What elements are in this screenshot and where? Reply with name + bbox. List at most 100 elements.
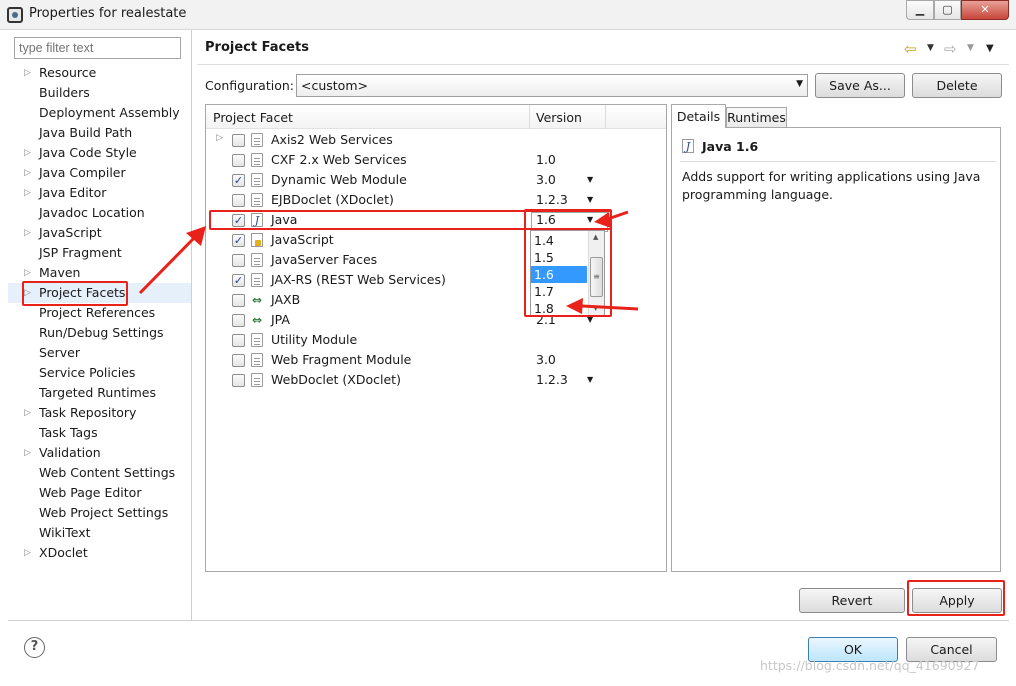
sidebar-item[interactable]: ▷ Java Code Style (8, 143, 191, 163)
sidebar-item[interactable]: Run/Debug Settings (8, 323, 191, 343)
details-divider (680, 161, 996, 162)
sidebar-item[interactable]: WikiText (8, 523, 191, 543)
facet-version[interactable]: 1.2.3 (536, 372, 568, 387)
sidebar-item[interactable]: ▷ JavaScript (8, 223, 191, 243)
column-header-facet[interactable]: Project Facet (206, 105, 530, 129)
facet-checkbox[interactable] (232, 314, 245, 327)
facet-checkbox[interactable] (232, 194, 245, 207)
sidebar-item[interactable]: Service Policies (8, 363, 191, 383)
facet-name: Utility Module (271, 332, 358, 347)
sidebar-item[interactable]: ▷ Java Compiler (8, 163, 191, 183)
facet-row[interactable]: Utility Module (206, 330, 666, 350)
sidebar-item[interactable]: Javadoc Location (8, 203, 191, 223)
facet-name: JAX-RS (REST Web Services) (271, 272, 446, 287)
doc-icon (251, 273, 263, 287)
tab-runtimes[interactable]: Runtimes (726, 107, 787, 128)
chevron-right-icon[interactable]: ▷ (24, 223, 31, 243)
facet-row[interactable]: Web Fragment Module 3.0 (206, 350, 666, 370)
facet-checkbox[interactable] (232, 294, 245, 307)
facet-checkbox[interactable] (232, 134, 245, 147)
facet-checkbox[interactable] (232, 334, 245, 347)
facet-row[interactable]: WebDoclet (XDoclet) 1.2.3 ▼ (206, 370, 666, 390)
sidebar-item[interactable]: Web Content Settings (8, 463, 191, 483)
facet-version[interactable]: 3.0 (536, 352, 556, 367)
facet-checkbox[interactable]: ✓ (232, 174, 245, 187)
sidebar-item[interactable]: ▷ Validation (8, 443, 191, 463)
sidebar-item[interactable]: ▷ XDoclet (8, 543, 191, 563)
facet-checkbox[interactable]: ✓ (232, 234, 245, 247)
facet-checkbox[interactable]: ✓ (232, 274, 245, 287)
chevron-right-icon[interactable]: ▷ (24, 543, 31, 563)
back-arrow-icon[interactable]: ⇦ (904, 40, 917, 58)
facet-name: JavaServer Faces (271, 252, 378, 267)
configuration-combo[interactable]: <custom> ▼ (296, 74, 808, 97)
facet-row[interactable]: ✓ Dynamic Web Module 3.0 ▼ (206, 170, 666, 190)
chevron-right-icon[interactable]: ▷ (24, 183, 31, 203)
forward-menu-chevron-icon[interactable]: ▼ (967, 43, 974, 53)
sidebar-item-label: Resource (39, 65, 97, 80)
sidebar-item[interactable]: ▷ Resource (8, 63, 191, 83)
facet-table: Project Facet Version ▷ Axis2 Web Service… (205, 104, 667, 572)
revert-button[interactable]: Revert (799, 588, 905, 613)
sidebar-item[interactable]: Task Tags (8, 423, 191, 443)
sidebar-item[interactable]: Web Page Editor (8, 483, 191, 503)
sidebar-item[interactable]: Server (8, 343, 191, 363)
filter-input[interactable] (14, 37, 181, 59)
facet-checkbox[interactable] (232, 354, 245, 367)
facet-checkbox[interactable] (232, 254, 245, 267)
chevron-right-icon[interactable]: ▷ (24, 443, 31, 463)
chevron-right-icon[interactable]: ▷ (24, 163, 31, 183)
facet-row[interactable]: ▷ Axis2 Web Services (206, 130, 666, 150)
maximize-button[interactable]: ▢ (934, 0, 961, 20)
sidebar-item[interactable]: Project References (8, 303, 191, 323)
delete-button[interactable]: Delete (912, 73, 1002, 98)
sidebar-item[interactable]: Targeted Runtimes (8, 383, 191, 403)
facet-version[interactable]: 1.0 (536, 152, 556, 167)
doc-icon (251, 193, 263, 207)
chevron-right-icon[interactable]: ▷ (24, 143, 31, 163)
sidebar-item-label: JSP Fragment (39, 245, 122, 260)
save-as-button[interactable]: Save As... (815, 73, 905, 98)
back-menu-chevron-icon[interactable]: ▼ (927, 43, 934, 53)
view-menu-icon[interactable]: ▼ (986, 43, 994, 54)
facet-version[interactable]: 3.0 (536, 172, 556, 187)
sidebar-item-label: Maven (39, 265, 81, 280)
sidebar-item[interactable]: Web Project Settings (8, 503, 191, 523)
sidebar: ▷ Resource Builders Deployment Assembly Java… (8, 30, 192, 620)
chevron-down-icon[interactable]: ▼ (587, 375, 593, 384)
sidebar-item-label: Run/Debug Settings (39, 325, 164, 340)
sidebar-item[interactable]: Java Build Path (8, 123, 191, 143)
page-title: Project Facets (205, 40, 309, 55)
app-icon (7, 7, 23, 23)
webservice-icon: ⇔ (251, 313, 263, 327)
chevron-right-icon[interactable]: ▷ (24, 263, 31, 283)
doc-icon (251, 253, 263, 267)
close-button[interactable]: ✕ (961, 0, 1009, 20)
column-header-version[interactable]: Version (530, 105, 606, 129)
sidebar-item[interactable]: ▷ Maven (8, 263, 191, 283)
chevron-right-icon[interactable]: ▷ (216, 133, 223, 143)
facet-checkbox[interactable] (232, 154, 245, 167)
forward-arrow-icon[interactable]: ⇨ (944, 40, 957, 58)
help-icon[interactable]: ? (24, 637, 45, 658)
sidebar-item[interactable]: JSP Fragment (8, 243, 191, 263)
java-icon: J (682, 139, 694, 153)
sidebar-item-label: Server (39, 345, 80, 360)
sidebar-item[interactable]: Builders (8, 83, 191, 103)
chevron-right-icon[interactable]: ▷ (24, 63, 31, 83)
sidebar-item[interactable]: ▷ Java Editor (8, 183, 191, 203)
facet-row[interactable]: CXF 2.x Web Services 1.0 (206, 150, 666, 170)
chevron-right-icon[interactable]: ▷ (24, 403, 31, 423)
chevron-down-icon[interactable]: ▼ (587, 175, 593, 184)
sidebar-item[interactable]: ▷ Task Repository (8, 403, 191, 423)
facet-checkbox[interactable] (232, 374, 245, 387)
webservice-icon: ⇔ (251, 293, 263, 307)
minimize-button[interactable]: ▁ (906, 0, 934, 20)
sidebar-item[interactable]: Deployment Assembly (8, 103, 191, 123)
facet-name: JavaScript (271, 232, 334, 247)
facet-row[interactable]: EJBDoclet (XDoclet) 1.2.3 ▼ (206, 190, 666, 210)
facet-version[interactable]: 1.2.3 (536, 192, 568, 207)
facet-name: Axis2 Web Services (271, 132, 393, 147)
chevron-down-icon[interactable]: ▼ (587, 195, 593, 204)
tab-details[interactable]: Details (671, 104, 726, 128)
